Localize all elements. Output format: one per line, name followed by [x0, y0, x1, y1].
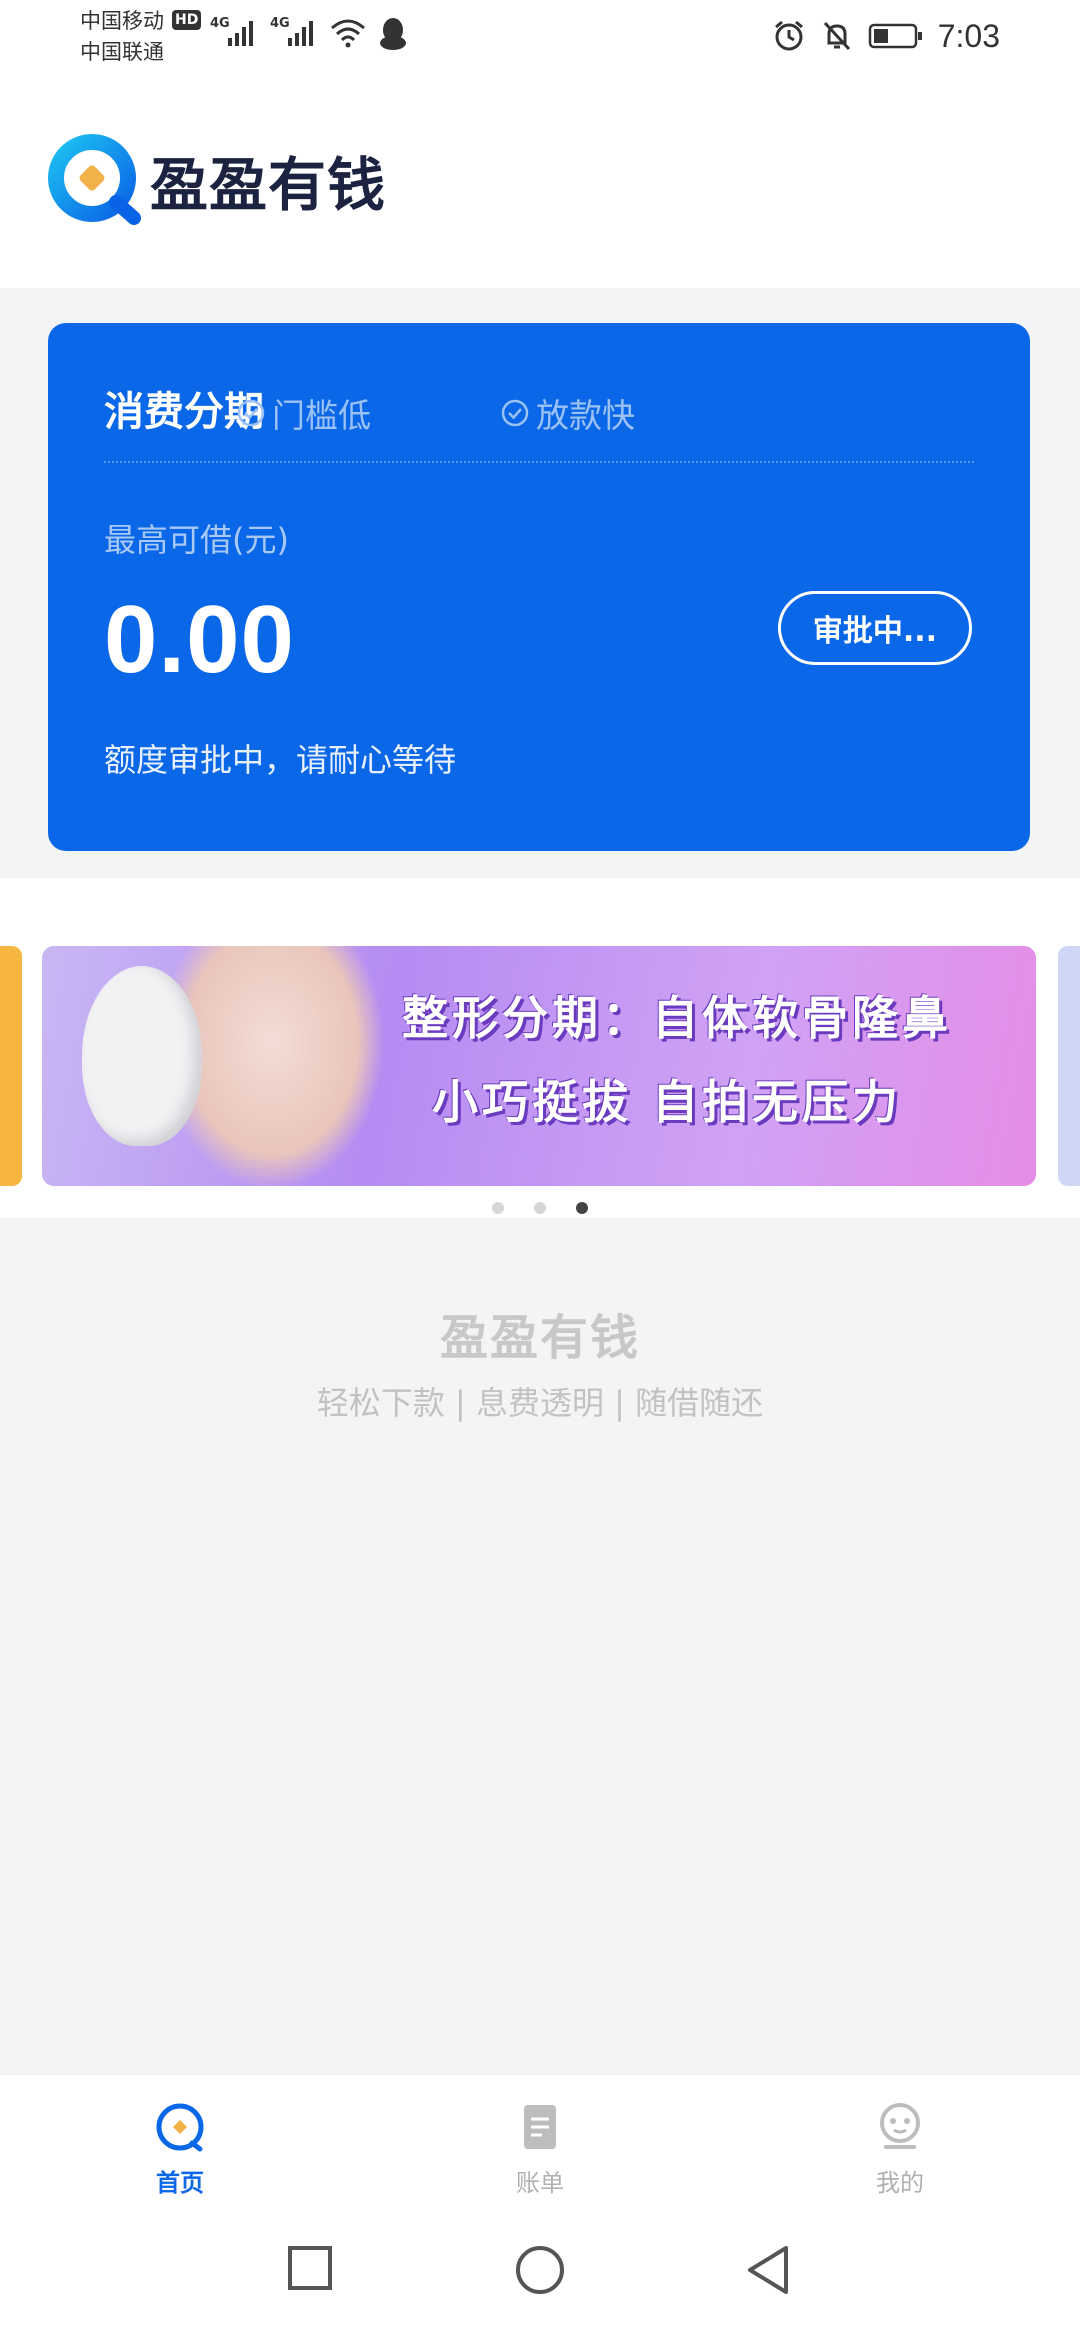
qq-penguin-icon [380, 18, 406, 50]
tab-bills[interactable]: 账单 [480, 2099, 600, 2198]
check-circle-icon [237, 399, 265, 427]
carousel-dot[interactable] [534, 1202, 546, 1214]
check-circle-icon [501, 399, 529, 427]
card-divider [104, 461, 974, 463]
signal-1-icon [228, 21, 253, 46]
tab-mine-label: 我的 [876, 2169, 924, 2197]
status-bar: 中国移动 中国联通 HD 4G 4G 7:03 [0, 0, 1080, 80]
tag-low-threshold: 门槛低 [236, 389, 371, 437]
next-slide-peek[interactable] [1058, 946, 1080, 1186]
status-right: 7:03 [772, 14, 1000, 58]
bottom-tab-bar: 首页 账单 我的 [0, 2074, 1080, 2205]
tag-fast-disbursement: 放款快 [500, 389, 635, 437]
logo-icon [48, 134, 141, 225]
carrier-info: 中国移动 中国联通 [80, 6, 164, 68]
promo-banner[interactable]: 整形分期：自体软骨隆鼻 小巧挺拔 自拍无压力 [42, 946, 1036, 1186]
back-triangle-icon[interactable] [744, 2244, 792, 2296]
carrier-1: 中国移动 [80, 9, 164, 33]
carousel-indicator [0, 1202, 1080, 1214]
home-circle-icon[interactable] [514, 2244, 566, 2296]
home-icon [156, 2103, 204, 2152]
footer-slogan: 轻松下款 | 息费透明 | 随借随还 [316, 1384, 764, 1422]
tab-mine[interactable]: 我的 [840, 2099, 960, 2198]
banner-headline: 整形分期：自体软骨隆鼻 [402, 991, 952, 1045]
tab-bills-label: 账单 [516, 2169, 564, 2197]
profile-face-icon [880, 2103, 920, 2149]
app-name: 盈盈有钱 [150, 151, 387, 219]
tab-home-label: 首页 [156, 2169, 204, 2197]
app-logo: 盈盈有钱 [46, 132, 386, 228]
hd-badge: HD [172, 10, 202, 30]
tag-label: 门槛低 [272, 396, 371, 435]
signal-2-icon [288, 21, 313, 46]
tag-label: 放款快 [536, 396, 635, 435]
carousel-dot[interactable] [492, 1202, 504, 1214]
footer-brand-name: 盈盈有钱 [439, 1310, 640, 1366]
clock: 7:03 [937, 17, 1000, 54]
alarm-icon [774, 20, 803, 51]
banner-carousel[interactable]: 整形分期：自体软骨隆鼻 小巧挺拔 自拍无压力 [0, 878, 1080, 1218]
tab-home[interactable]: 首页 [120, 2099, 240, 2198]
silent-bell-icon [823, 21, 850, 51]
banner-subline: 小巧挺拔 自拍无压力 [432, 1075, 903, 1129]
wifi-icon [331, 19, 365, 48]
approval-note: 额度审批中，请耐心等待 [104, 741, 457, 779]
credit-amount: 0.00 [104, 586, 295, 693]
previous-slide-peek[interactable] [0, 946, 22, 1186]
loan-card[interactable]: 消费分期 门槛低 放款快 最高可借(元) 0.00 审批中... 额度审批中，请… [48, 323, 1030, 851]
max-borrow-label: 最高可借(元) [104, 521, 289, 559]
carrier-2: 中国联通 [80, 40, 164, 64]
app-header: 盈盈有钱 [0, 80, 1080, 288]
brand-footer: 盈盈有钱 轻松下款 | 息费透明 | 随借随还 [0, 1218, 1080, 2074]
carousel-dot-active[interactable] [576, 1202, 588, 1214]
battery-icon [868, 23, 922, 49]
mask-image [82, 966, 202, 1146]
recent-apps-icon[interactable] [286, 2244, 334, 2292]
bill-icon [524, 2105, 556, 2149]
approval-status-button[interactable]: 审批中... [778, 591, 972, 665]
system-navigation-bar [0, 2204, 1080, 2340]
